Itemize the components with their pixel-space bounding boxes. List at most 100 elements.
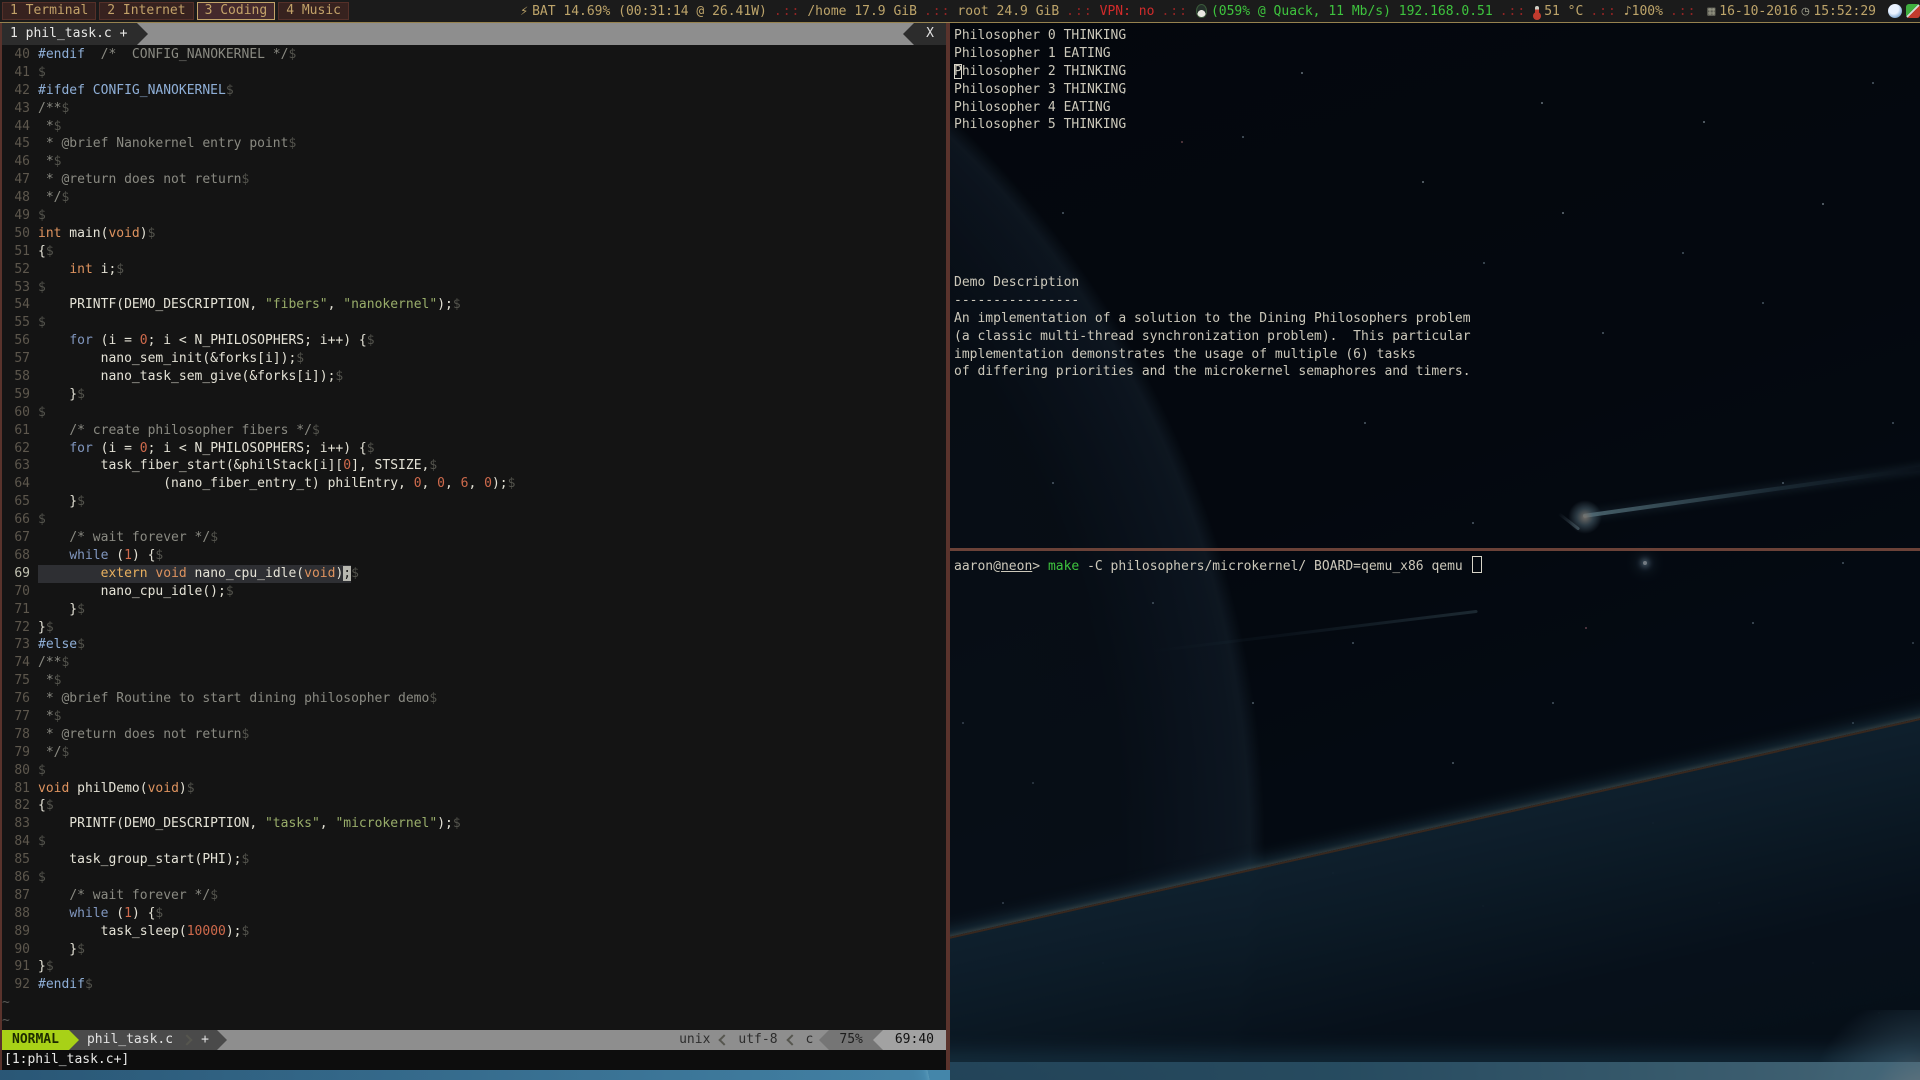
horizontal-split-border[interactable]	[950, 548, 1920, 551]
line-number: 57	[2, 350, 30, 368]
code-token	[38, 423, 69, 438]
code-token: nano_task_sem_give(&forks[i]);	[38, 369, 335, 384]
code-editor-area[interactable]: 40#endif /* CONFIG_NANOKERNEL */$41$42#i…	[2, 45, 946, 1030]
workspace-button[interactable]: 4 Music	[278, 2, 349, 20]
line-number: 43	[2, 100, 30, 118]
code-token: * @brief Routine to start dining philoso…	[38, 691, 429, 706]
code-token: for	[69, 333, 92, 348]
eol-marker: $	[54, 118, 62, 136]
gutter-padding	[30, 135, 38, 153]
modified-flag: +	[201, 1030, 209, 1050]
gutter-padding	[30, 422, 38, 440]
demo-text-line: An implementation of a solution to the D…	[950, 310, 1920, 328]
eol-marker: $	[38, 762, 46, 780]
code-token: /* CONFIG_NANOKERNEL */	[85, 47, 289, 62]
eol-marker: $	[77, 601, 85, 619]
code-token	[38, 262, 69, 277]
qemu-output-terminal[interactable]: Philosopher 0 THINKINGPhilosopher 1 EATI…	[950, 23, 1920, 548]
eol-marker: $	[38, 869, 46, 887]
vim-window[interactable]: 1 phil_task.c + X 40#endif /* CONFIG_NAN…	[0, 23, 946, 1070]
line-number: 61	[2, 422, 30, 440]
tray-lightbulb-icon[interactable]	[1888, 4, 1902, 18]
gutter-padding	[30, 314, 38, 332]
code-token: void	[155, 566, 186, 581]
line-number: 87	[2, 887, 30, 905]
eol-marker: $	[46, 958, 54, 976]
code-line: 77 *$	[2, 708, 946, 726]
eol-marker: $	[38, 314, 46, 332]
status-separator: .::	[1161, 4, 1187, 19]
code-token: 1	[124, 548, 132, 563]
code-line: 58 nano_task_sem_give(&forks[i]);$	[2, 368, 946, 386]
code-token: "fibers"	[265, 297, 328, 312]
status-separator: .::	[1500, 4, 1526, 19]
gutter-padding	[30, 207, 38, 225]
vertical-split-border[interactable]	[946, 23, 950, 1070]
line-number: 89	[2, 923, 30, 941]
code-token: #else	[38, 637, 77, 652]
thermometer-icon	[1535, 6, 1539, 17]
gutter-padding	[30, 726, 38, 744]
shell-prompt-line[interactable]: aaron@neon> make -C philosophers/microke…	[950, 551, 1920, 576]
penguin-icon	[1196, 4, 1207, 18]
gutter-padding	[30, 475, 38, 493]
code-token: void	[148, 781, 179, 796]
code-token: i;	[93, 262, 116, 277]
code-token: );	[437, 816, 453, 831]
line-number: 75	[2, 672, 30, 690]
code-token: );	[492, 476, 508, 491]
code-line: 64 (nano_fiber_entry_t) philEntry, 0, 0,…	[2, 475, 946, 493]
demo-description-block: Demo Description ---------------- An imp…	[950, 274, 1920, 381]
code-token	[38, 333, 69, 348]
chevron-left-icon	[786, 1034, 797, 1045]
eol-marker: $	[453, 815, 461, 833]
line-number: 79	[2, 744, 30, 762]
tab-phil-task[interactable]: 1 phil_task.c +	[2, 23, 137, 45]
code-token: #ifdef CONFIG_NANOKERNEL	[38, 83, 226, 98]
chevron-right-icon	[181, 1034, 192, 1045]
code-token: 0	[414, 476, 422, 491]
workspace-button[interactable]: 3 Coding	[197, 2, 276, 20]
eol-marker: $	[77, 941, 85, 959]
line-number: 86	[2, 869, 30, 887]
code-token: int	[38, 226, 61, 241]
eol-marker: $	[508, 475, 516, 493]
statusline-filler	[227, 1030, 679, 1050]
code-line: 76 * @brief Routine to start dining phil…	[2, 690, 946, 708]
demo-title: Demo Description	[950, 274, 1920, 292]
gutter-padding	[30, 440, 38, 458]
code-token: );	[437, 297, 453, 312]
code-token: /**	[38, 655, 61, 670]
chevron-left-icon	[719, 1034, 730, 1045]
tray-app-icon[interactable]	[1906, 4, 1920, 18]
workspace-button[interactable]: 2 Internet	[99, 2, 193, 20]
tab-close-button[interactable]: X	[914, 23, 946, 45]
shell-terminal[interactable]: aaron@neon> make -C philosophers/microke…	[950, 551, 1920, 1080]
code-token: {	[38, 244, 46, 259]
code-line: 70 nano_cpu_idle();$	[2, 583, 946, 601]
code-line: 86 $	[2, 869, 946, 887]
code-token: ,	[445, 476, 461, 491]
code-line: 66$	[2, 511, 946, 529]
code-token: (i =	[93, 333, 140, 348]
file-format: unix	[679, 1030, 710, 1050]
line-number: 47	[2, 171, 30, 189]
empty-buffer-line: ~	[2, 1012, 946, 1030]
code-token: ; i < N_PHILOSOPHERS; i++) {	[148, 441, 367, 456]
eol-marker: $	[210, 887, 218, 905]
tab-arrow-separator	[137, 23, 148, 45]
eol-marker: $	[38, 511, 46, 529]
gutter-padding	[30, 887, 38, 905]
workspace-button[interactable]: 1 Terminal	[2, 2, 96, 20]
code-token: "microkernel"	[335, 816, 437, 831]
line-number: 42	[2, 82, 30, 100]
eol-marker: $	[85, 976, 93, 994]
code-line: 87 /* wait forever */$	[2, 887, 946, 905]
line-number: 73	[2, 636, 30, 654]
gutter-padding	[30, 46, 38, 64]
code-token: void	[108, 226, 139, 241]
eol-marker: $	[38, 404, 46, 422]
line-number: 67	[2, 529, 30, 547]
code-line: 84$	[2, 833, 946, 851]
line-number: 83	[2, 815, 30, 833]
